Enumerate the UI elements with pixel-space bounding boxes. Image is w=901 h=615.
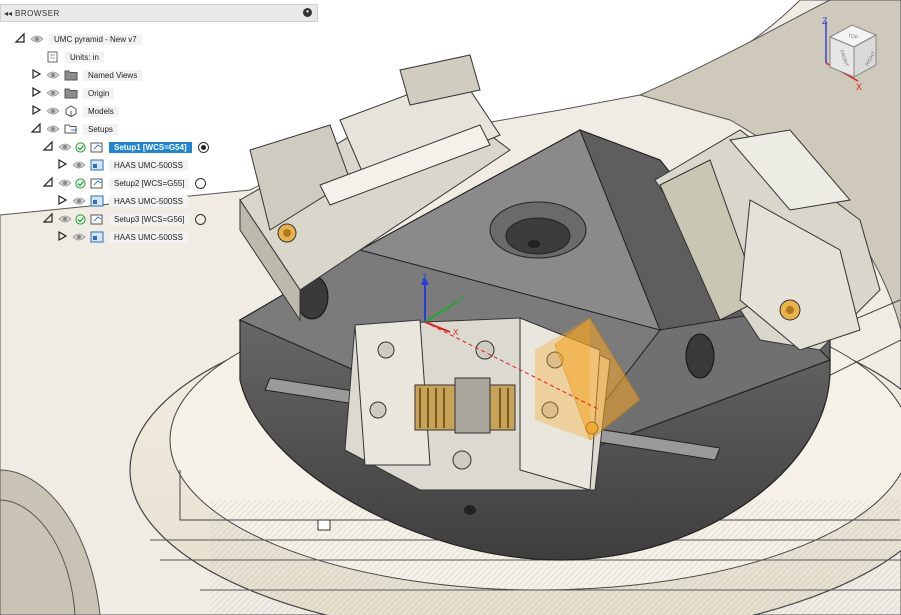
tree-item-setups[interactable]: Setups <box>30 122 118 136</box>
browser-header: ◂◂ BROWSER • <box>0 4 318 22</box>
tree-item-setup[interactable]: Setup1 [WCS=G54] <box>42 140 209 154</box>
triad-y-label: Y <box>459 295 465 304</box>
activate-setup-radio[interactable] <box>195 213 207 225</box>
viewcube[interactable]: Z X TOP FRONT RIGHT <box>818 15 890 93</box>
tree-item-label[interactable]: HAAS UMC-500SS <box>109 195 188 207</box>
folder-icon <box>64 87 78 99</box>
browser-panel: ◂◂ BROWSER • UMC pyramid - New v7 Units: … <box>0 4 318 243</box>
tree-item-label[interactable]: Setup3 [WCS=G56] <box>109 213 190 225</box>
setups-folder-icon <box>64 123 78 135</box>
tree-item-setup[interactable]: Setup3 [WCS=G56] <box>42 212 207 226</box>
3d-viewport[interactable]: Z Y X <box>0 0 901 615</box>
tree-item-label[interactable]: Units: in <box>65 51 104 63</box>
tree-item-folder[interactable]: Named Views <box>30 68 143 82</box>
expand-triangle-icon[interactable] <box>30 104 42 118</box>
visibility-eye-icon[interactable] <box>72 232 86 242</box>
tree-item-label[interactable]: Models <box>83 105 119 117</box>
expand-triangle-icon[interactable] <box>56 194 68 208</box>
collapse-triangle-icon[interactable] <box>42 176 54 190</box>
tree-item-label[interactable]: Setup1 [WCS=G54] <box>109 141 192 153</box>
visibility-eye-icon[interactable] <box>72 196 86 206</box>
tree-item-units[interactable]: Units: in <box>30 50 104 64</box>
tree-item-folder[interactable]: Origin <box>30 86 115 100</box>
tree-item-label[interactable]: HAAS UMC-500SS <box>109 231 188 243</box>
tree-item-machine[interactable]: HAAS UMC-500SS <box>56 230 188 244</box>
collapse-triangle-icon[interactable] <box>42 212 54 226</box>
tree-item-label[interactable]: Setup2 [WCS=G55] <box>109 177 190 189</box>
setup-icon <box>90 141 104 153</box>
expand-triangle-icon[interactable] <box>30 68 42 82</box>
tree-item-machine[interactable]: HAAS UMC-500SS <box>56 158 188 172</box>
visibility-eye-icon[interactable] <box>46 106 60 116</box>
collapse-triangle-icon[interactable] <box>30 122 42 136</box>
tree-item-label[interactable]: Setups <box>83 123 118 135</box>
expand-triangle-icon[interactable] <box>56 158 68 172</box>
units-icon <box>46 51 60 63</box>
visibility-eye-icon[interactable] <box>72 160 86 170</box>
triad-x-label: X <box>453 328 459 337</box>
tree-item-setup[interactable]: Setup2 [WCS=G55] <box>42 176 207 190</box>
machine-icon <box>90 231 104 243</box>
tree-item-label[interactable]: HAAS UMC-500SS <box>109 159 188 171</box>
tree-item-label[interactable]: Named Views <box>83 69 143 81</box>
table-marker <box>317 519 331 531</box>
activate-setup-radio[interactable] <box>197 141 209 153</box>
tree-item-label[interactable]: Origin <box>83 87 115 99</box>
tree-item-machine[interactable]: HAAS UMC-500SS <box>56 194 188 208</box>
folder-icon <box>64 69 78 81</box>
tree-item-label[interactable]: UMC pyramid - New v7 <box>49 33 142 45</box>
check-icon <box>75 141 86 153</box>
check-icon <box>75 213 86 225</box>
machine-icon <box>90 159 104 171</box>
expand-triangle-icon[interactable] <box>30 86 42 100</box>
visibility-eye-icon[interactable] <box>58 142 72 152</box>
models-icon <box>64 105 78 118</box>
viewcube-x-label: X <box>856 82 862 92</box>
collapse-panel-icon[interactable]: ◂◂ <box>1 9 15 18</box>
triad-z-label: Z <box>422 273 427 282</box>
visibility-eye-icon[interactable] <box>58 178 72 188</box>
viewcube-z-label: Z <box>822 16 828 26</box>
visibility-eye-icon[interactable] <box>46 70 60 80</box>
tree-item-document[interactable]: UMC pyramid - New v7 <box>14 32 142 46</box>
setup-icon <box>90 177 104 189</box>
tree-item-models[interactable]: Models <box>30 104 119 118</box>
browser-title: BROWSER <box>15 8 60 18</box>
collapse-triangle-icon[interactable] <box>14 32 26 46</box>
collapse-triangle-icon[interactable] <box>42 140 54 154</box>
expand-triangle-icon[interactable] <box>56 230 68 244</box>
browser-menu-icon[interactable]: • <box>303 8 312 17</box>
machine-icon <box>90 195 104 207</box>
visibility-eye-icon[interactable] <box>46 124 60 134</box>
setup-icon <box>90 213 104 225</box>
activate-setup-radio[interactable] <box>195 177 207 189</box>
visibility-eye-icon[interactable] <box>30 34 44 44</box>
visibility-eye-icon[interactable] <box>46 88 60 98</box>
visibility-eye-icon[interactable] <box>58 214 72 224</box>
check-icon <box>75 177 86 189</box>
